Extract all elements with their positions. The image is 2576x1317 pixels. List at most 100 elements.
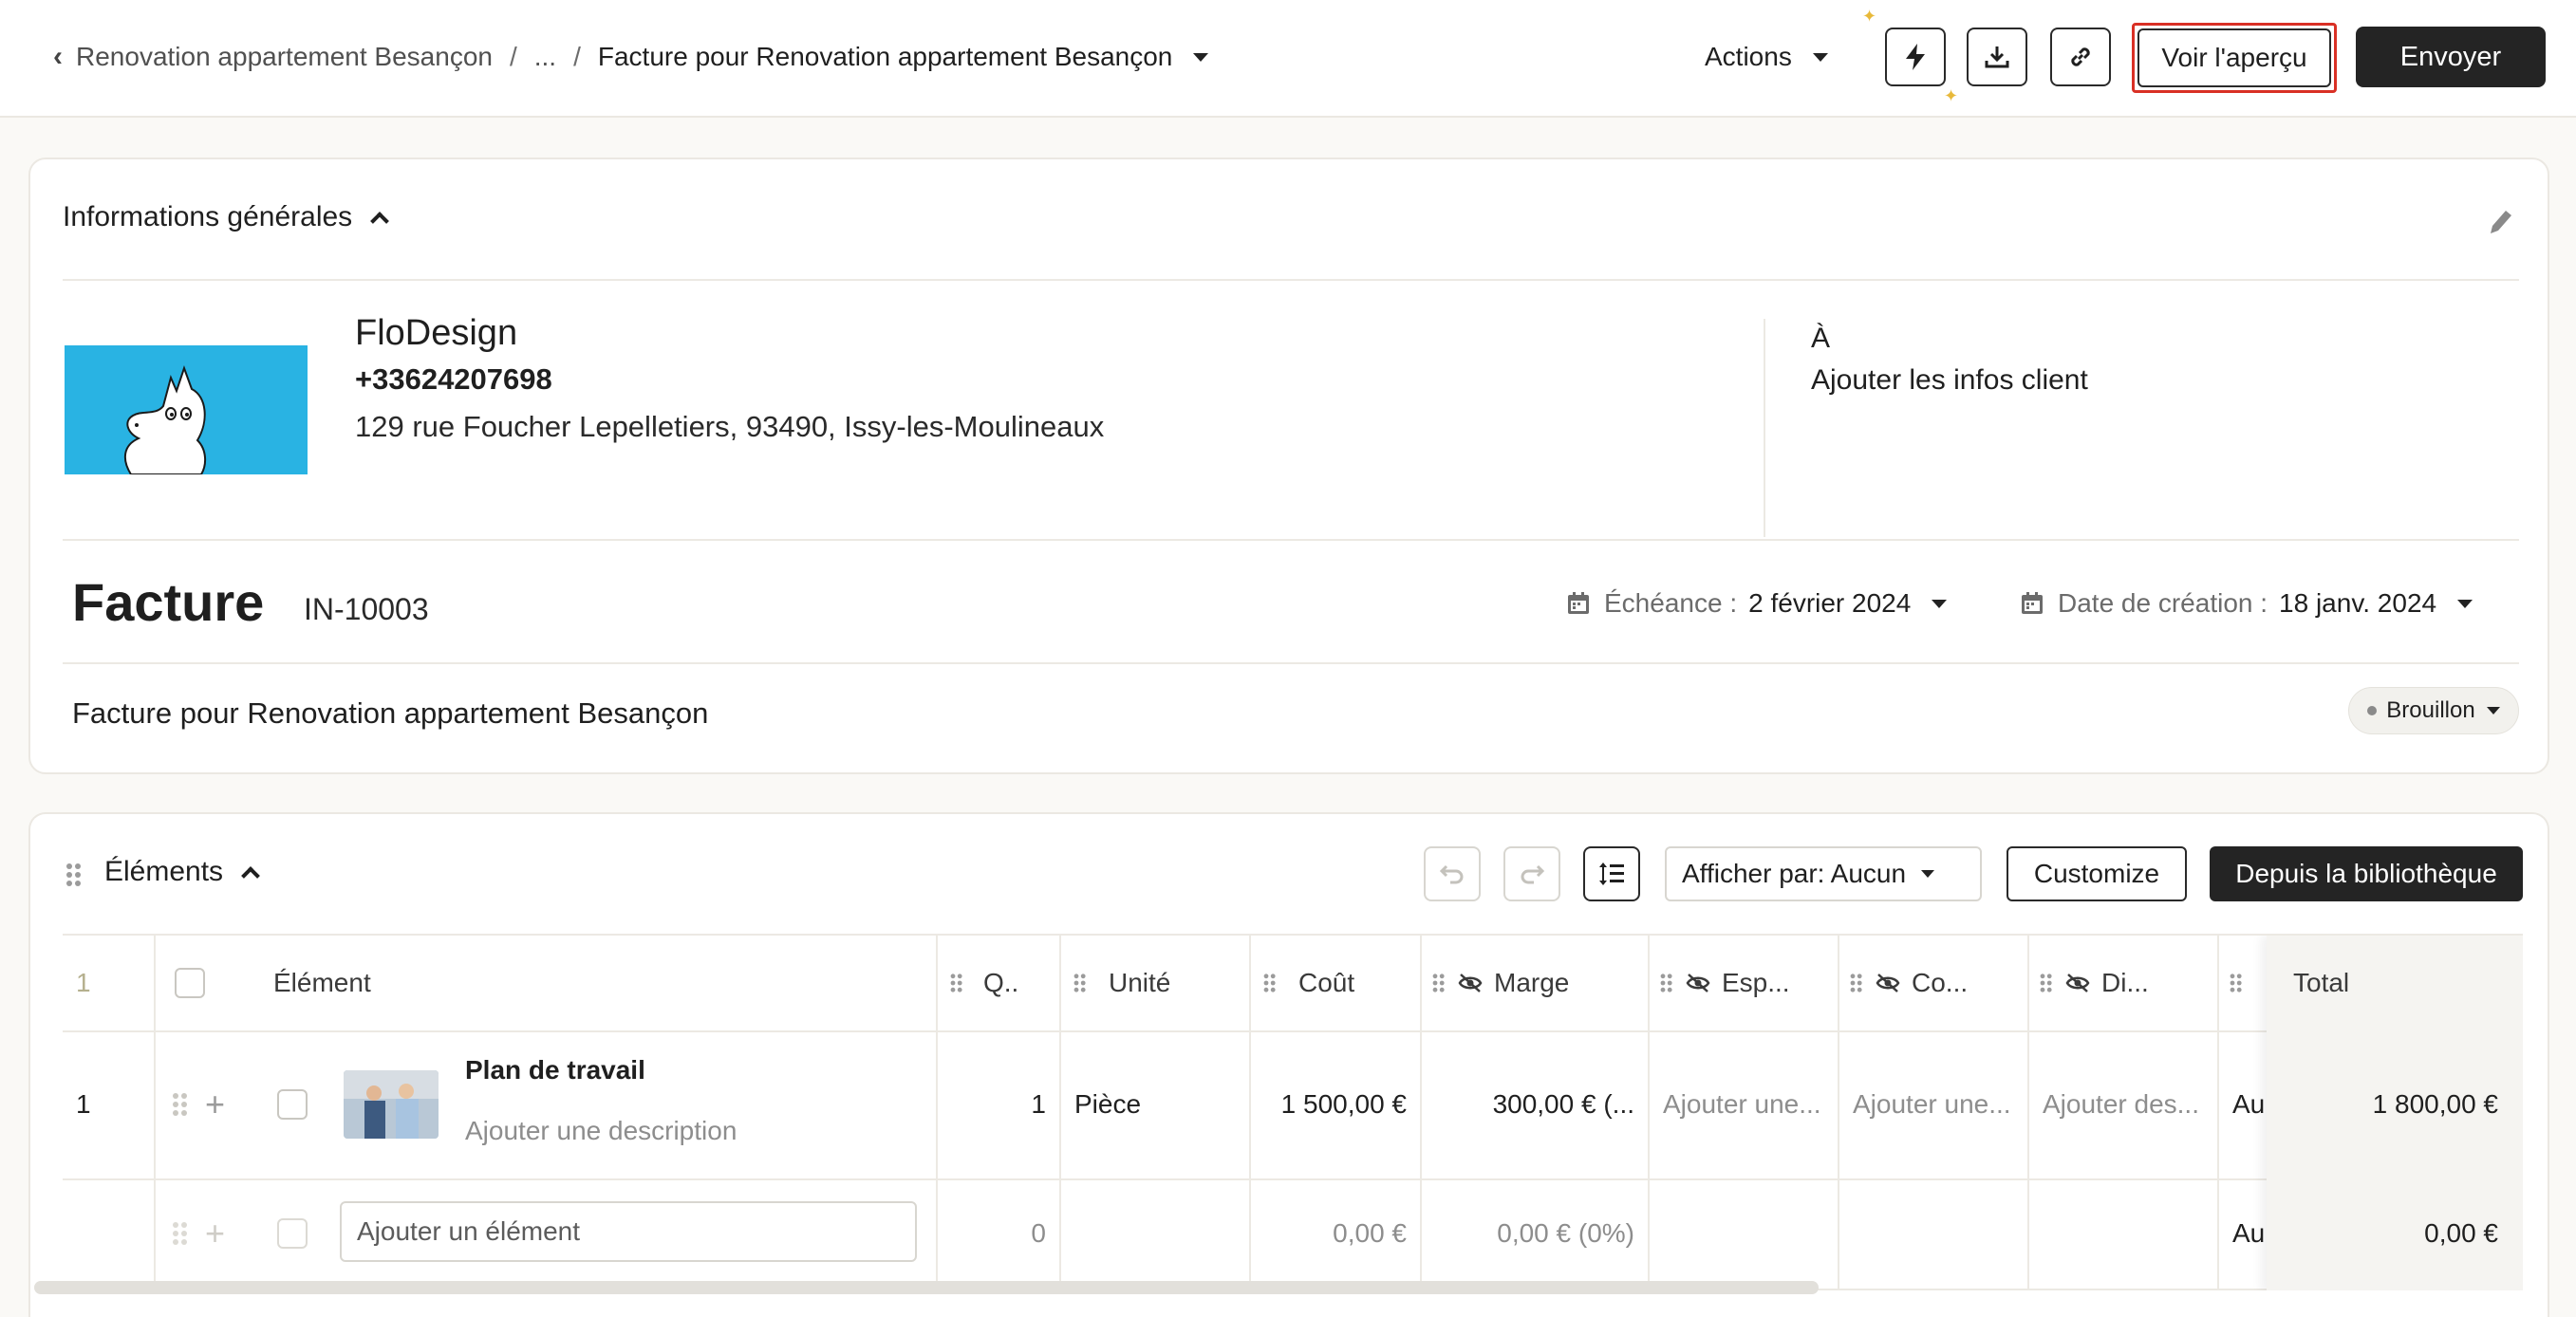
document-number[interactable]: IN-10003 [304, 592, 429, 627]
eye-off-icon [2065, 974, 2090, 992]
breadcrumb-current[interactable]: Facture pour Renovation appartement Besa… [598, 42, 1173, 72]
chevron-down-icon [1921, 870, 1935, 878]
plus-icon[interactable]: + [205, 1087, 225, 1122]
section-title: Éléments [104, 856, 224, 887]
group-by-label: Afficher par: Aucun [1682, 859, 1907, 888]
drag-handle-icon[interactable] [1660, 974, 1673, 992]
margin-cell[interactable]: 300,00 € (... [1429, 1030, 1634, 1178]
company-logo[interactable] [65, 345, 308, 474]
column-header-margin-label: Marge [1494, 968, 1570, 997]
drag-handle-icon[interactable] [1850, 974, 1863, 992]
line-height-icon [1599, 863, 1624, 885]
sparkle-icon: ✦ [1862, 7, 1877, 26]
breadcrumb-project-link[interactable]: Renovation appartement Besançon [76, 42, 493, 72]
drag-handle-icon[interactable] [66, 863, 82, 886]
column-divider [1838, 936, 1839, 1290]
add-client-info-link[interactable]: Ajouter les infos client [1811, 364, 2088, 397]
column-divider [2217, 936, 2219, 1290]
add-element-input[interactable]: Ajouter un élément [340, 1201, 917, 1262]
creation-date-picker[interactable]: Date de création : 18 janv. 2024 [2020, 588, 2473, 619]
share-link-button[interactable] [2050, 28, 2111, 86]
line-spacing-button[interactable] [1583, 846, 1640, 901]
invoice-subject[interactable]: Facture pour Renovation appartement Besa… [72, 696, 708, 731]
eye-off-icon [1686, 974, 1710, 992]
col6-cell[interactable]: Ajouter une... [1853, 1030, 2020, 1178]
chevron-up-icon [241, 866, 260, 885]
cost-cell[interactable]: 1 500,00 € [1259, 1030, 1407, 1178]
status-dropdown[interactable]: Brouillon [2348, 687, 2519, 734]
element-thumbnail[interactable] [344, 1070, 439, 1139]
from-library-button[interactable]: Depuis la bibliothèque [2210, 846, 2523, 901]
redo-button[interactable] [1503, 846, 1560, 901]
column-header-6-label: Co... [1912, 968, 1969, 997]
col8-cell[interactable]: Au [2232, 1030, 2270, 1178]
select-all-checkbox[interactable] [175, 968, 205, 998]
add-quantity-cell[interactable]: 0 [945, 1178, 1046, 1289]
drag-handle-icon[interactable] [1432, 974, 1446, 992]
column-header-cost[interactable]: Coût [1298, 936, 1412, 1030]
moomin-logo-icon [123, 364, 207, 474]
elements-toggle[interactable]: Éléments [104, 856, 260, 888]
add-margin-cell[interactable]: 0,00 € (0%) [1429, 1178, 1634, 1289]
due-date-picker[interactable]: Échéance : 2 février 2024 [1566, 588, 1948, 619]
calendar-icon [1568, 592, 1589, 614]
column-divider [1648, 936, 1650, 1290]
column-header-5[interactable]: Esp... [1686, 936, 1834, 1030]
send-button[interactable]: Envoyer [2356, 27, 2546, 87]
undo-button[interactable] [1424, 846, 1481, 901]
col5-cell[interactable]: Ajouter une... [1663, 1030, 1830, 1178]
sparkle-icon: ✦ [1944, 86, 1959, 105]
drag-handle-icon[interactable] [2040, 974, 2053, 992]
chevron-down-icon [2486, 707, 2500, 714]
quantity-cell[interactable]: 1 [945, 1030, 1046, 1178]
pencil-icon[interactable] [2483, 205, 2517, 239]
column-header-7[interactable]: Di... [2065, 936, 2213, 1030]
plus-icon: + [205, 1214, 226, 1252]
breadcrumb-ellipsis[interactable]: ... [534, 42, 556, 72]
customize-button[interactable]: Customize [2007, 846, 2187, 901]
add-col8-cell[interactable]: Au [2232, 1178, 2270, 1289]
divider-vertical [1764, 319, 1765, 537]
drag-handle-icon[interactable] [2230, 974, 2243, 992]
download-button[interactable] [1967, 28, 2027, 86]
chevron-down-icon[interactable] [1193, 52, 1209, 62]
element-description-input[interactable]: Ajouter une description [465, 1114, 737, 1148]
col7-cell[interactable]: Ajouter des... [2043, 1030, 2210, 1178]
column-header-unit[interactable]: Unité [1109, 936, 1241, 1030]
preview-button[interactable]: Voir l'aperçu [2137, 28, 2331, 87]
drag-handle-icon[interactable] [1073, 974, 1087, 992]
row-checkbox[interactable] [277, 1089, 308, 1120]
unit-cell[interactable]: Pièce [1074, 1030, 1236, 1178]
general-info-toggle[interactable]: Informations générales [63, 201, 390, 233]
general-info-card: Informations générales FloDesign +336242… [28, 158, 2549, 774]
calendar-icon [2022, 592, 2043, 614]
divider [63, 539, 2519, 541]
drag-handle-icon[interactable] [1263, 974, 1277, 992]
column-header-margin[interactable]: Marge [1458, 936, 1638, 1030]
column-divider [1249, 936, 1251, 1290]
actions-dropdown[interactable]: Actions [1705, 38, 1828, 76]
horizontal-scrollbar[interactable] [34, 1281, 1819, 1294]
breadcrumb-separator: / [509, 42, 517, 71]
column-divider [154, 936, 156, 1290]
drag-handle-icon[interactable] [173, 1093, 188, 1116]
column-divider [936, 936, 938, 1290]
automation-button[interactable] [1885, 28, 1946, 86]
download-icon [1985, 46, 2009, 68]
elements-table: 1 Élément Q.. Unité Coût Marge Esp... Co… [63, 934, 2523, 1290]
chevron-down-icon [1932, 599, 1948, 608]
total-cell: 1 800,00 € [2372, 1089, 2498, 1119]
group-by-select[interactable]: Afficher par: Aucun [1665, 846, 1982, 901]
section-title: Informations générales [63, 201, 353, 232]
element-title[interactable]: Plan de travail [465, 1053, 645, 1087]
drag-handle-icon[interactable] [950, 974, 963, 992]
divider [63, 279, 2519, 281]
total-column: Total 1 800,00 € 0,00 € [2267, 936, 2523, 1290]
column-header-6[interactable]: Co... [1876, 936, 2024, 1030]
back-chevron-icon[interactable]: ‹ [53, 41, 63, 73]
drag-handle-icon [173, 1222, 188, 1245]
add-cost-cell[interactable]: 0,00 € [1259, 1178, 1407, 1289]
column-header-total[interactable]: Total [2293, 936, 2511, 1030]
column-header-quantity[interactable]: Q.. [983, 936, 1050, 1030]
column-header-element[interactable]: Élément [273, 936, 558, 1030]
